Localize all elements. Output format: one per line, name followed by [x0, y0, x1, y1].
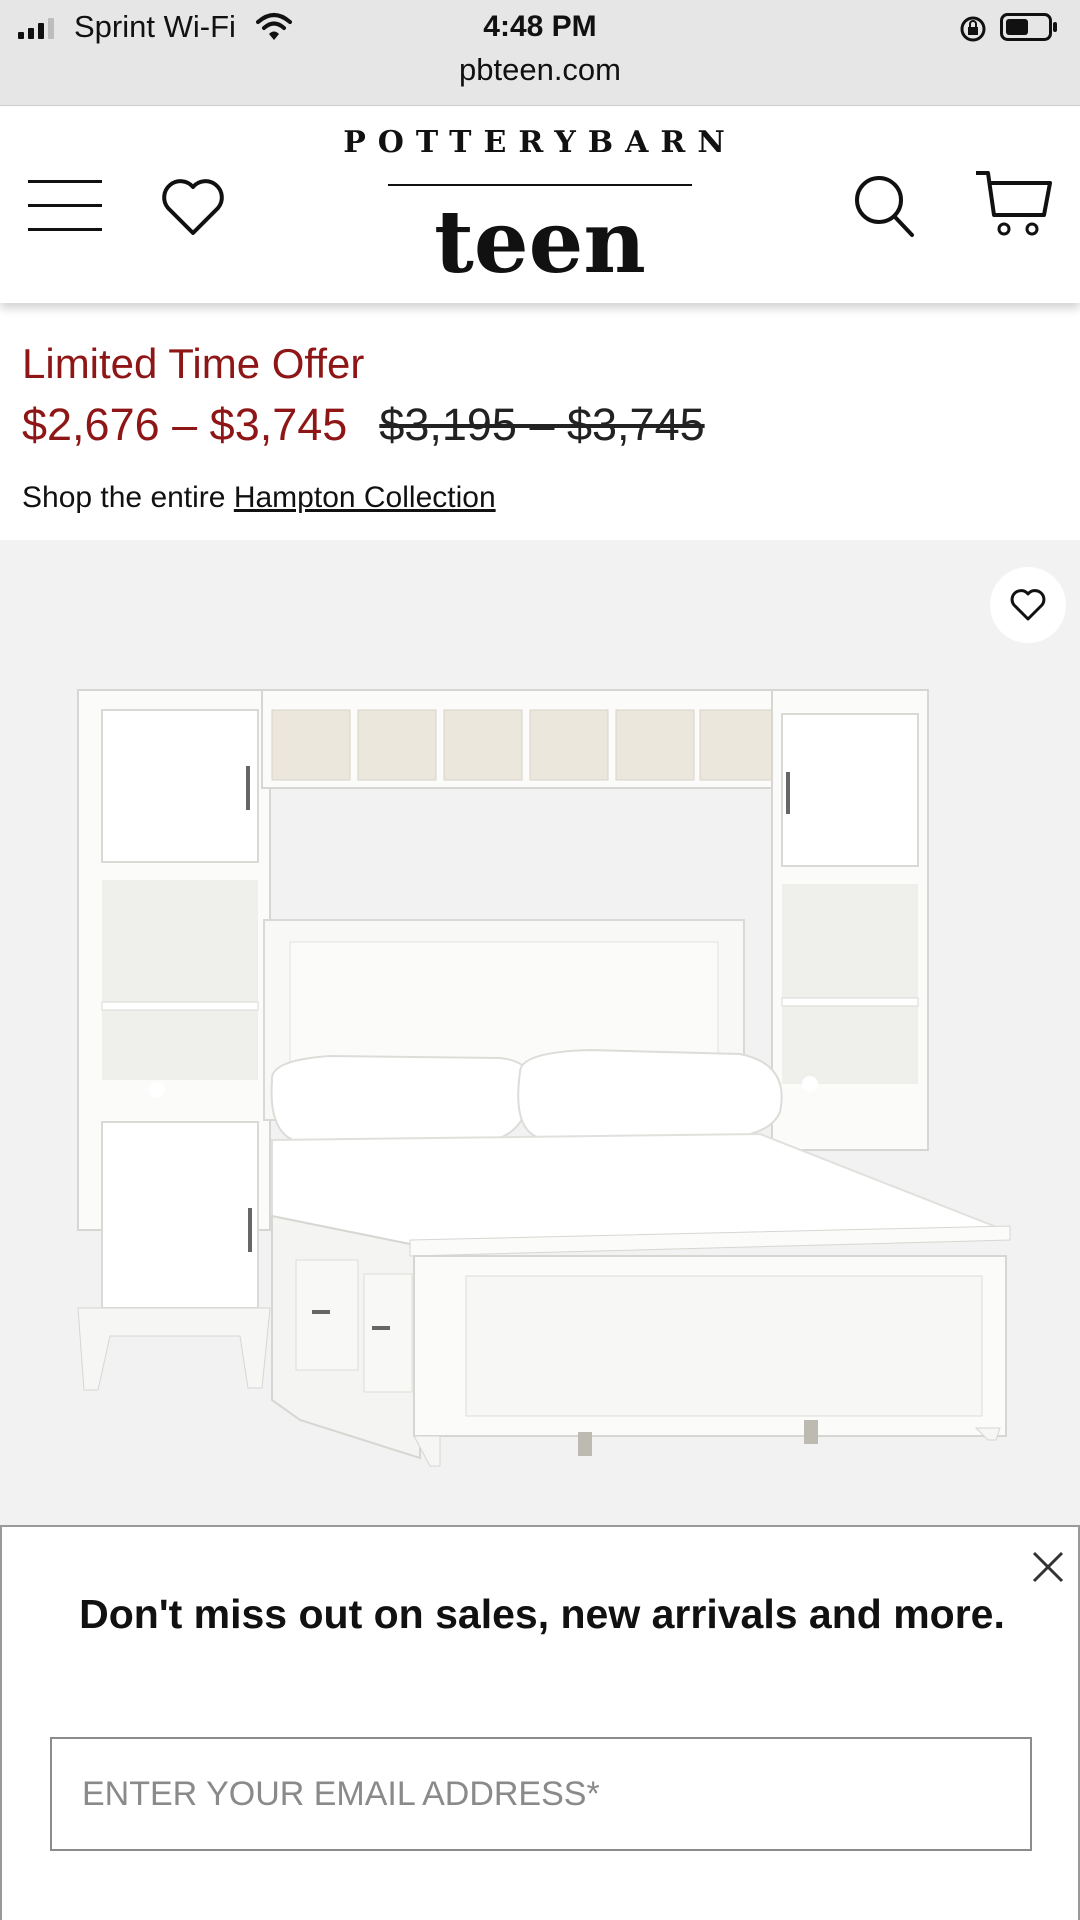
- site-header: POTTERYBARN teen: [0, 107, 1080, 303]
- product-image-area[interactable]: [0, 540, 1080, 1525]
- search-icon[interactable]: [852, 173, 916, 239]
- email-signup-popup: Don't miss out on sales, new arrivals an…: [0, 1525, 1080, 1920]
- sale-price: $2,676 – $3,745: [22, 399, 348, 450]
- status-time: 4:48 PM: [483, 10, 597, 43]
- cart-icon[interactable]: [974, 169, 1054, 241]
- shop-collection-line: Shop the entire Hampton Collection: [22, 478, 496, 518]
- shop-collection-prefix: Shop the entire: [22, 481, 234, 514]
- limited-time-offer-label: Limited Time Offer: [22, 340, 365, 387]
- heart-icon[interactable]: [160, 177, 226, 237]
- hamburger-menu-icon[interactable]: [28, 180, 102, 232]
- rotation-lock-icon: [960, 16, 986, 42]
- brand-logo-teen[interactable]: teen: [340, 195, 740, 291]
- price-row: $2,676 – $3,745 $3,195 – $3,745: [22, 398, 705, 452]
- address-bar-url[interactable]: pbteen.com: [0, 50, 1080, 90]
- close-icon[interactable]: [1030, 1549, 1066, 1585]
- original-price: $3,195 – $3,745: [379, 399, 705, 450]
- product-favorite-button[interactable]: [990, 567, 1066, 643]
- status-bar: Sprint Wi-Fi 4:48 PM pbteen.com: [0, 0, 1080, 106]
- brand-wordmark-top[interactable]: POTTERYBARN: [310, 125, 770, 160]
- product-image-bed: [77, 689, 1011, 1467]
- brand-divider: [388, 184, 692, 186]
- battery-icon: [1000, 13, 1057, 41]
- email-input[interactable]: [50, 1737, 1032, 1851]
- heart-icon: [1010, 589, 1046, 621]
- hampton-collection-link[interactable]: Hampton Collection: [234, 481, 496, 514]
- popup-title: Don't miss out on sales, new arrivals an…: [79, 1591, 1005, 1637]
